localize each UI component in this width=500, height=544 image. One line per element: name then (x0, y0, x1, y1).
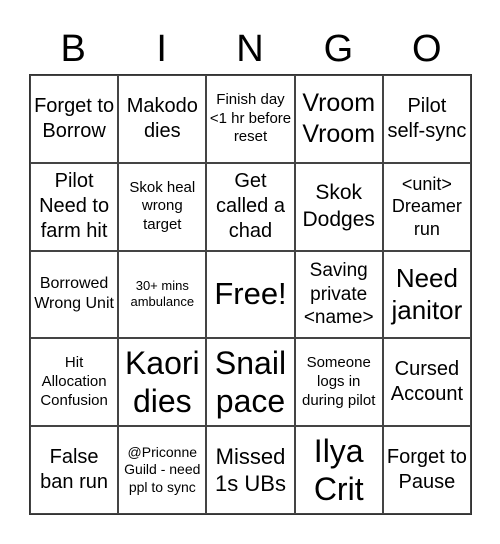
bingo-cell[interactable]: Get called a chad (206, 162, 295, 251)
bingo-cell[interactable]: 30+ mins ambulance (118, 250, 207, 339)
bingo-cell[interactable]: False ban run (30, 426, 119, 514)
bingo-cell[interactable]: Makodo dies (118, 75, 207, 163)
bingo-cell[interactable]: Skok Dodges (294, 162, 383, 251)
bingo-cell[interactable]: Kaori dies (118, 338, 207, 427)
bingo-cell[interactable]: Forget to Borrow (30, 75, 119, 163)
bingo-cell[interactable]: @Priconne Guild - need ppl to sync (118, 426, 207, 514)
bingo-cell[interactable]: Ilya Crit (294, 426, 383, 514)
bingo-cell[interactable]: <unit> Dreamer run (382, 162, 471, 251)
bingo-cell[interactable]: Pilot self-sync (382, 75, 471, 163)
bingo-cell[interactable]: Forget to Pause (382, 426, 471, 514)
bingo-cell[interactable]: Pilot Need to farm hit (30, 162, 119, 251)
bingo-grid: Forget to Borrow Makodo dies Finish day … (29, 74, 472, 515)
bingo-cell[interactable]: Cursed Account (382, 338, 471, 427)
bingo-cell[interactable]: Saving private <name> (294, 250, 383, 339)
bingo-cell[interactable]: Need janitor (382, 250, 471, 339)
bingo-header: B I N G O (29, 26, 471, 72)
header-letter: N (236, 28, 264, 70)
bingo-cell[interactable]: Missed 1s UBs (206, 426, 295, 514)
bingo-cell[interactable]: Snail pace (206, 338, 295, 427)
bingo-cell[interactable]: Finish day <1 hr before reset (206, 75, 295, 163)
bingo-cell[interactable]: Someone logs in during pilot (294, 338, 383, 427)
header-letter: B (60, 28, 86, 70)
header-letter: O (412, 28, 442, 70)
bingo-cell[interactable]: Borrowed Wrong Unit (30, 250, 119, 339)
header-letter: I (156, 28, 167, 70)
bingo-cell[interactable]: Vroom Vroom (294, 75, 383, 163)
bingo-cell[interactable]: Skok heal wrong target (118, 162, 207, 251)
header-letter: G (323, 28, 354, 70)
free-cell[interactable]: Free! (206, 250, 295, 339)
bingo-cell[interactable]: Hit Allocation Confusion (30, 338, 119, 427)
